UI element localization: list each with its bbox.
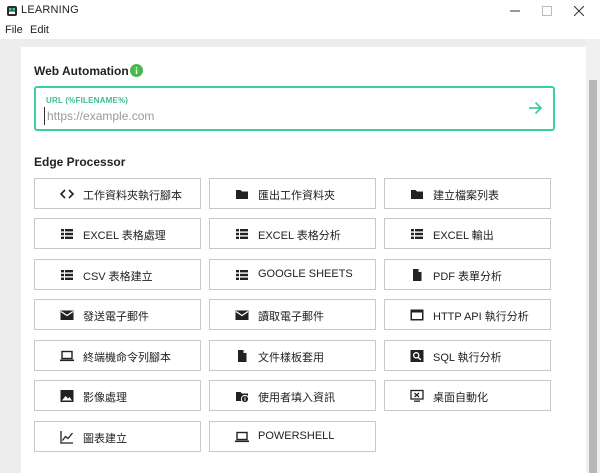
tile-label: 圖表建立 [83,433,127,445]
tile-label: GOOGLE SHEETS [258,268,353,280]
tile-powershell[interactable]: POWERSHELL [209,421,376,452]
tile-csv-create[interactable]: CSV 表格建立 [34,259,201,290]
tile-label: 桌面自動化 [433,392,488,404]
code-icon [60,189,74,199]
search-icon [410,350,424,362]
tile-label: 文件樣板套用 [258,352,324,364]
tile-label: HTTP API 執行分析 [433,311,529,323]
tile-send-email[interactable]: 發送電子郵件 [34,299,201,330]
mail-icon [60,310,74,320]
url-input[interactable] [44,107,509,125]
tile-label: POWERSHELL [258,430,335,442]
browser-window-icon [410,309,424,321]
tile-label: SQL 執行分析 [433,352,502,364]
close-button[interactable] [559,0,599,22]
tile-excel-output[interactable]: EXCEL 輸出 [384,218,551,249]
laptop-icon [235,431,249,443]
image-icon [60,390,74,402]
tile-label: CSV 表格建立 [83,271,153,283]
window-title: LEARNING [21,4,79,16]
line-chart-icon [60,431,74,444]
tile-sql-analysis[interactable]: SQL 執行分析 [384,340,551,371]
tile-export-workfolder[interactable]: 匯出工作資料夾 [209,178,376,209]
tile-terminal-script[interactable]: 終端機命令列腳本 [34,340,201,371]
table-icon [61,270,73,280]
tile-label: 影像處理 [83,392,127,404]
menu-bar: File Edit [0,22,600,39]
tile-label: 使用者填入資訊 [258,392,335,404]
tile-label: EXCEL 表格處理 [83,230,166,242]
arrow-right-icon[interactable] [527,100,543,116]
info-icon[interactable] [130,64,143,77]
tile-user-input-info[interactable]: 使用者填入資訊 [209,380,376,411]
laptop-icon [60,350,74,362]
table-icon [236,229,248,239]
tile-label: EXCEL 表格分析 [258,230,341,242]
file-icon [238,350,247,362]
tile-excel-analysis[interactable]: EXCEL 表格分析 [209,218,376,249]
tile-run-workfolder-script[interactable]: 工作資料夾執行腳本 [34,178,201,209]
minimize-icon [510,10,520,12]
table-icon [61,229,73,239]
tile-http-api-analysis[interactable]: HTTP API 執行分析 [384,299,551,330]
tile-label: 終端機命令列腳本 [83,352,171,364]
tile-pdf-form-analysis[interactable]: PDF 表單分析 [384,259,551,290]
tile-label: 讀取電子郵件 [258,311,324,323]
close-icon [574,6,584,16]
url-field[interactable]: URL (%FILENAME%) [34,86,555,131]
tile-read-email[interactable]: 讀取電子郵件 [209,299,376,330]
tile-label: 發送電子郵件 [83,311,149,323]
tile-label: 建立檔案列表 [433,190,499,202]
tile-label: 工作資料夾執行腳本 [83,190,182,202]
tile-image-processing[interactable]: 影像處理 [34,380,201,411]
folder-info-icon [236,392,249,403]
app-logo-icon [7,6,17,16]
menu-file[interactable]: File [5,24,23,36]
title-bar: LEARNING [0,0,600,22]
tile-chart-create[interactable]: 圖表建立 [34,421,201,452]
table-icon [411,229,423,239]
tile-excel-processing[interactable]: EXCEL 表格處理 [34,218,201,249]
web-automation-title: Web Automation [34,64,129,78]
table-icon [236,270,248,280]
maximize-icon [542,6,552,16]
tile-label: EXCEL 輸出 [433,230,494,242]
tile-google-sheets[interactable]: GOOGLE SHEETS [209,259,376,290]
tile-label: PDF 表單分析 [433,271,503,283]
tile-desktop-automation[interactable]: 桌面自動化 [384,380,551,411]
scrollbar-thumb[interactable] [589,80,597,473]
mail-icon [235,310,249,320]
tile-document-template[interactable]: 文件樣板套用 [209,340,376,371]
desktop-icon [410,389,424,402]
file-icon [413,269,422,281]
folder-icon [236,190,248,199]
menu-edit[interactable]: Edit [30,24,49,36]
edge-processor-title: Edge Processor [34,155,126,169]
tile-label: 匯出工作資料夾 [258,190,335,202]
tile-create-file-list[interactable]: 建立檔案列表 [384,178,551,209]
url-field-label: URL (%FILENAME%) [46,96,129,105]
folder-icon [411,190,423,199]
